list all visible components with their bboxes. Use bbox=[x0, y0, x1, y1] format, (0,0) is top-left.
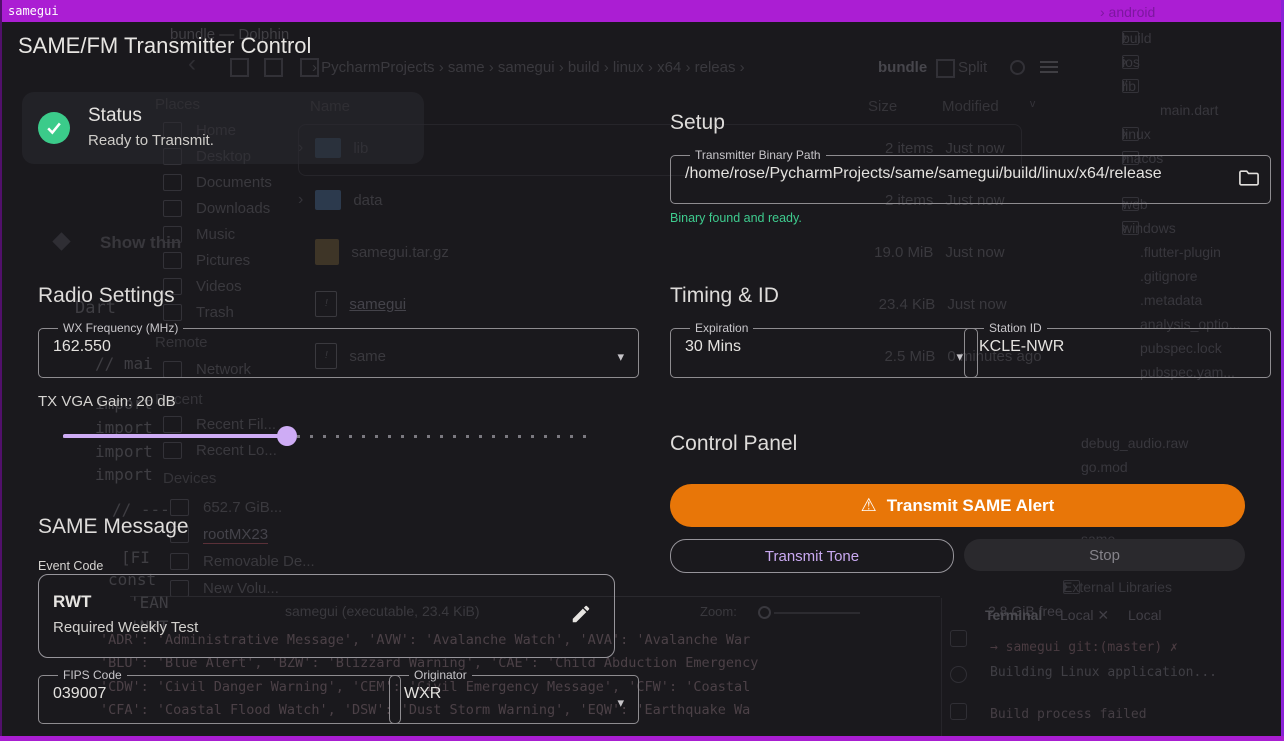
samegui-window: bundle — Dolphin ‹ › PycharmProjects › s… bbox=[0, 0, 1284, 741]
status-card: Status Ready to Transmit. bbox=[22, 92, 424, 164]
frequency-value: 162.550 bbox=[51, 335, 626, 356]
chevron-down-icon[interactable]: ▾ bbox=[956, 349, 963, 365]
frequency-label: WX Frequency (MHz) bbox=[58, 321, 183, 335]
chevron-down-icon[interactable]: ▾ bbox=[617, 349, 624, 365]
event-code-description: Required Weekly Test bbox=[53, 619, 198, 636]
window-border-bottom bbox=[0, 736, 1284, 741]
titlebar-bleed-text: › android bbox=[1100, 4, 1155, 20]
folder-browse-icon[interactable] bbox=[1238, 168, 1260, 193]
edit-pencil-icon[interactable] bbox=[570, 603, 592, 630]
binary-path-label: Transmitter Binary Path bbox=[690, 148, 826, 162]
station-id-value[interactable]: KCLE-NWR bbox=[977, 335, 1258, 356]
transmit-tone-button[interactable]: Transmit Tone bbox=[670, 539, 954, 573]
page-title: SAME/FM Transmitter Control bbox=[18, 33, 311, 59]
chevron-down-icon[interactable]: ▾ bbox=[617, 695, 624, 711]
control-panel-heading: Control Panel bbox=[670, 432, 797, 456]
expiration-label: Expiration bbox=[690, 321, 753, 335]
binary-status-text: Binary found and ready. bbox=[670, 211, 802, 225]
originator-dropdown[interactable]: Originator WXR ▾ bbox=[389, 668, 639, 724]
stop-label: Stop bbox=[1089, 547, 1120, 564]
frequency-dropdown[interactable]: WX Frequency (MHz) 162.550 ▾ bbox=[38, 321, 639, 378]
event-code-value: RWT bbox=[53, 592, 91, 612]
expiration-dropdown[interactable]: Expiration 30 Mins ▾ bbox=[670, 321, 978, 378]
titlebar-text: samegui bbox=[8, 4, 59, 18]
gain-slider-thumb[interactable] bbox=[277, 426, 297, 446]
gain-slider-fill bbox=[63, 434, 287, 438]
transmitter-control-dialog: SAME/FM Transmitter Control Status Ready… bbox=[0, 0, 1284, 741]
transmit-alert-button[interactable]: ⚠ Transmit SAME Alert bbox=[670, 484, 1245, 527]
station-id-field[interactable]: Station ID KCLE-NWR bbox=[964, 321, 1271, 378]
window-titlebar[interactable]: samegui › android bbox=[0, 0, 1284, 22]
same-message-heading: SAME Message bbox=[38, 515, 189, 539]
status-heading: Status bbox=[88, 105, 142, 127]
expiration-value: 30 Mins bbox=[683, 335, 965, 356]
status-message: Ready to Transmit. bbox=[88, 132, 214, 149]
window-border-left bbox=[0, 0, 2, 741]
fips-value[interactable]: 039007 bbox=[51, 682, 388, 703]
radio-settings-heading: Radio Settings bbox=[38, 284, 175, 308]
fips-label: FIPS Code bbox=[58, 668, 127, 682]
transmit-tone-label: Transmit Tone bbox=[765, 548, 859, 565]
timing-heading: Timing & ID bbox=[670, 284, 779, 308]
stop-button[interactable]: Stop bbox=[964, 539, 1245, 571]
binary-path-value[interactable]: /home/rose/PycharmProjects/same/samegui/… bbox=[683, 162, 1258, 183]
originator-label: Originator bbox=[409, 668, 472, 682]
warning-icon: ⚠ bbox=[861, 495, 877, 516]
event-code-label: Event Code bbox=[38, 559, 103, 573]
fips-code-field[interactable]: FIPS Code 039007 bbox=[38, 668, 401, 724]
originator-value: WXR bbox=[402, 682, 626, 703]
station-id-label: Station ID bbox=[984, 321, 1047, 335]
check-circle-icon bbox=[38, 112, 70, 144]
transmit-alert-label: Transmit SAME Alert bbox=[887, 496, 1055, 516]
gain-label: TX VGA Gain: 20 dB bbox=[38, 393, 176, 410]
binary-path-field[interactable]: Transmitter Binary Path /home/rose/Pycha… bbox=[670, 148, 1271, 204]
setup-heading: Setup bbox=[670, 111, 725, 135]
event-code-box[interactable]: RWT Required Weekly Test bbox=[38, 574, 615, 658]
